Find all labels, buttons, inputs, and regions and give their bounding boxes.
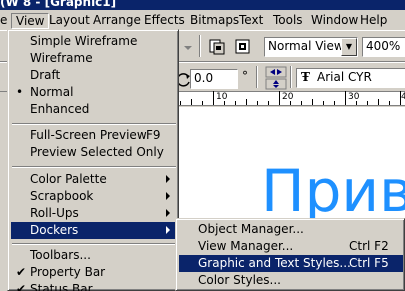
menu-item-roll-ups[interactable]: Roll-Ups: [11, 205, 176, 222]
mirror-buttons-icon[interactable]: [264, 65, 287, 90]
chevron-down-icon[interactable]: [177, 37, 197, 57]
shortcut-label: F9: [146, 128, 161, 142]
menu-item-object-manager[interactable]: Object Manager...: [179, 221, 403, 238]
view-mode-value: Normal View: [268, 39, 344, 53]
menu-item-color-palette[interactable]: Color Palette: [11, 171, 176, 188]
degree-label: °: [242, 69, 248, 83]
menu-separator: [12, 166, 176, 168]
menu-bar: e View Layout Arrange Effects Bitmaps Te…: [0, 10, 405, 30]
zoom-value: 400%: [366, 39, 401, 53]
menu-separator: [12, 243, 176, 245]
menu-item-preview-selected-only[interactable]: Preview Selected Only: [11, 144, 176, 161]
menu-layout[interactable]: Layout: [45, 13, 94, 29]
menu-item-color-styles[interactable]: Color Styles...: [179, 272, 403, 289]
toolbar-separator: [199, 35, 201, 57]
view-mode-select[interactable]: Normal View ▼: [264, 37, 358, 57]
rotation-angle-input[interactable]: 0.0: [190, 69, 238, 89]
corel-online-icon[interactable]: [232, 36, 252, 56]
submenu-arrow-icon: [166, 192, 170, 200]
canvas-text-object[interactable]: Прив: [261, 161, 405, 221]
checkmark-icon: ✔: [16, 265, 27, 279]
ruler-label: 30: [348, 92, 360, 102]
chevron-down-icon[interactable]: ▼: [341, 38, 357, 56]
font-list-select[interactable]: Ŧ Arial CYR: [296, 68, 405, 88]
menu-view[interactable]: View: [11, 13, 50, 29]
menu-item-draft[interactable]: Draft: [11, 67, 176, 84]
menu-effects[interactable]: Effects: [140, 13, 189, 29]
menu-item-enhanced[interactable]: Enhanced: [11, 101, 176, 118]
submenu-arrow-icon: [166, 209, 170, 217]
toolbar-separator: [290, 66, 292, 88]
truetype-icon: Ŧ: [301, 70, 310, 84]
checkmark-icon: ✔: [16, 282, 27, 291]
view-menu-dropdown: Simple Wireframe Wireframe Draft • Norma…: [7, 29, 179, 291]
menu-item-full-screen-preview[interactable]: Full-Screen Preview F9: [11, 127, 176, 144]
dockers-submenu: Object Manager... View Manager... Ctrl F…: [175, 218, 405, 291]
menu-text[interactable]: Text: [235, 13, 267, 29]
menu-item-graphic-and-text-styles[interactable]: Graphic and Text Styles... Ctrl F5: [179, 255, 403, 272]
menu-item-dockers[interactable]: Dockers: [11, 222, 176, 239]
menu-item-normal[interactable]: • Normal: [11, 84, 176, 101]
font-name-value: Arial CYR: [317, 70, 372, 84]
title-bar: (W 8 - [Graphic1]: [0, 0, 405, 10]
ruler-label: 20: [282, 92, 294, 102]
shortcut-label: Ctrl F2: [349, 239, 389, 253]
menu-separator: [12, 123, 176, 125]
menu-arrange[interactable]: Arrange: [89, 13, 145, 29]
menu-item-property-bar[interactable]: ✔ Property Bar: [11, 264, 176, 281]
radio-bullet-icon: •: [16, 85, 24, 99]
menu-item-view-manager[interactable]: View Manager... Ctrl F2: [179, 238, 403, 255]
menu-item-wireframe[interactable]: Wireframe: [11, 50, 176, 67]
submenu-arrow-icon: [166, 226, 170, 234]
rotation-angle-value: 0.0: [194, 71, 214, 85]
menu-tools[interactable]: Tools: [269, 13, 307, 29]
zoom-select[interactable]: 400%: [362, 37, 405, 57]
menu-item-scrapbook[interactable]: Scrapbook: [11, 188, 176, 205]
window-title: (W 8 - [Graphic1]: [0, 0, 117, 9]
ruler-label: 40: [401, 92, 405, 102]
menu-item-toolbars[interactable]: Toolbars...: [11, 247, 176, 264]
ruler-label: 10: [216, 92, 228, 102]
application-launcher-icon[interactable]: [206, 36, 226, 56]
menu-help[interactable]: Help: [356, 13, 391, 29]
horizontal-ruler[interactable]: 10 20 30 40: [175, 91, 405, 106]
menu-edit[interactable]: e: [0, 13, 8, 29]
toolbar-separator: [256, 66, 258, 88]
submenu-arrow-icon: [166, 175, 170, 183]
menu-window[interactable]: Window: [307, 13, 362, 29]
menu-item-simple-wireframe[interactable]: Simple Wireframe: [11, 33, 176, 50]
shortcut-label: Ctrl F5: [349, 256, 389, 270]
menu-item-status-bar[interactable]: ✔ Status Bar: [11, 281, 176, 291]
